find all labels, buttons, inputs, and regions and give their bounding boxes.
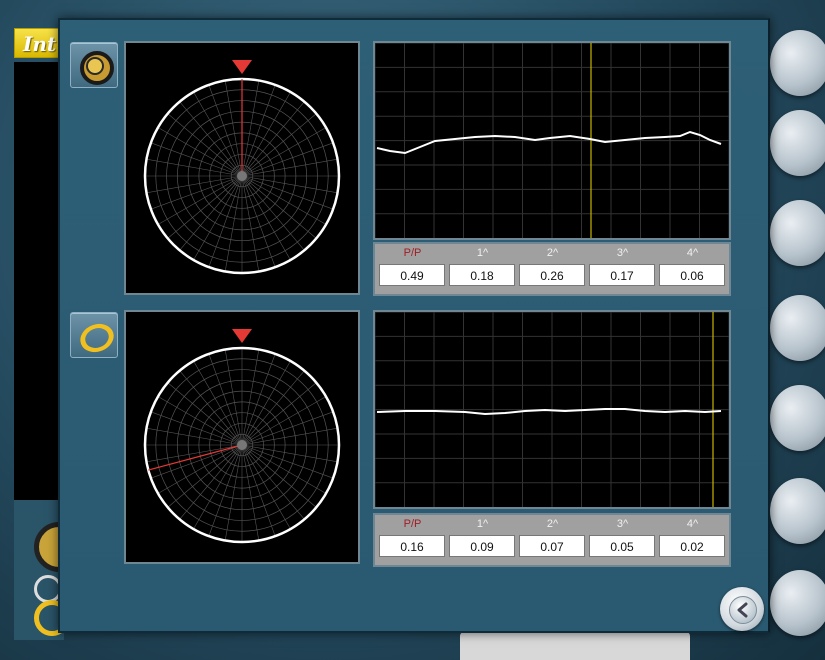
lens-ring-center: [86, 57, 104, 75]
lens-select-button-bottom[interactable]: [70, 312, 118, 358]
metric-value: 0.16: [379, 535, 445, 557]
metric-header: P/P: [403, 247, 422, 259]
background-panel: [14, 62, 64, 500]
metric-header: P/P: [403, 518, 422, 530]
polar-center: [237, 440, 247, 450]
metric-header: 1^: [476, 247, 489, 259]
metric-header: 1^: [476, 518, 489, 530]
app-title-fragment: Int: [14, 28, 64, 58]
metric-value: 0.07: [519, 535, 585, 557]
trace-plot-svg: [375, 43, 729, 238]
trace-plot-top: [373, 41, 731, 240]
metric-value: 0.02: [659, 535, 725, 557]
metric-value: 0.05: [589, 535, 655, 557]
trace-line: [376, 130, 722, 155]
side-menu-button-5[interactable]: [770, 385, 825, 451]
metric-value: 0.49: [379, 264, 445, 286]
polar-plot-bottom: [124, 310, 360, 564]
metric-header: 3^: [616, 518, 629, 530]
metric-header: 3^: [616, 247, 629, 259]
polar-plot-svg: [143, 329, 341, 544]
bottom-strip: [460, 632, 690, 660]
lens-ring-yellow-icon: [76, 319, 118, 357]
side-menu-button-1[interactable]: [770, 30, 825, 96]
side-menu-button-2[interactable]: [770, 110, 825, 176]
side-menu-button-3[interactable]: [770, 200, 825, 266]
back-button[interactable]: [720, 587, 764, 631]
metric-header: 4^: [686, 247, 699, 259]
metric-header: 4^: [686, 518, 699, 530]
trace-plot-svg: [375, 312, 729, 507]
polar-center: [237, 171, 247, 181]
top-marker-icon: [232, 60, 252, 74]
polar-plot-top: [124, 41, 360, 295]
side-menu-button-6[interactable]: [770, 478, 825, 544]
metric-value: 0.06: [659, 264, 725, 286]
metrics-table-bottom: P/P 1^ 2^ 3^ 4^ 0.16 0.09 0.07 0.05 0.02: [373, 513, 731, 567]
polar-plot-svg: [143, 60, 341, 275]
side-menu-button-4[interactable]: [770, 295, 825, 361]
metric-value: 0.26: [519, 264, 585, 286]
lens-select-button-top[interactable]: [70, 42, 118, 88]
polar-axis-marker-line: [148, 444, 243, 471]
trace-plot-bottom: [373, 310, 731, 509]
back-button-face: [729, 596, 757, 624]
side-menu-button-7[interactable]: [770, 570, 825, 636]
metric-value: 0.18: [449, 264, 515, 286]
metric-header: 2^: [546, 247, 559, 259]
top-marker-icon: [232, 329, 252, 343]
metrics-table-top: P/P 1^ 2^ 3^ 4^ 0.49 0.18 0.26 0.17 0.06: [373, 242, 731, 296]
runout-dialog: P/P 1^ 2^ 3^ 4^ 0.49 0.18 0.26 0.17 0.06…: [58, 18, 770, 633]
metric-header: 2^: [546, 518, 559, 530]
back-arrow-icon: [737, 602, 748, 618]
metric-value: 0.17: [589, 264, 655, 286]
metric-value: 0.09: [449, 535, 515, 557]
